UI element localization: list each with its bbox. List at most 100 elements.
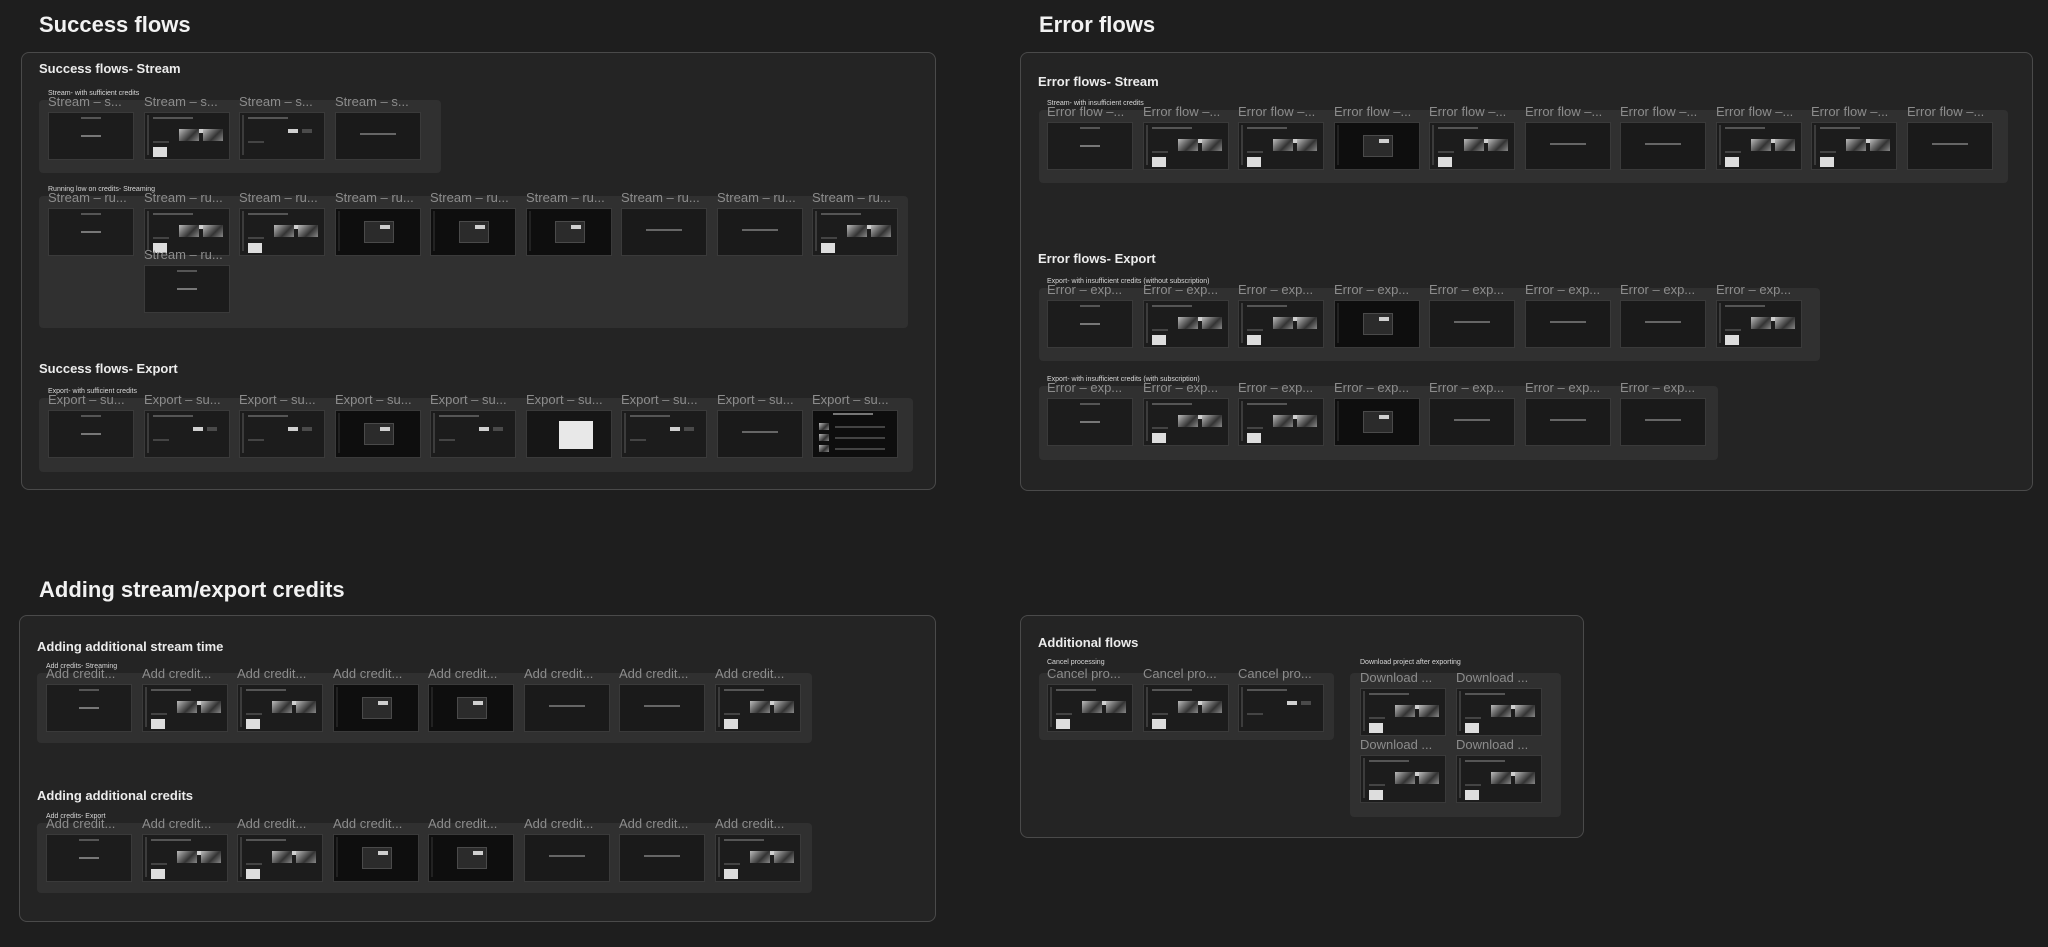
- frame-thumbnail[interactable]: [144, 410, 230, 458]
- frame-thumbnail[interactable]: [1143, 684, 1229, 732]
- frame-thumbnail[interactable]: [335, 112, 421, 160]
- frame-image: [1751, 139, 1771, 151]
- frame-thumbnail[interactable]: [812, 410, 898, 458]
- frame-sidebar: [338, 211, 340, 251]
- frame-thumbnail[interactable]: [1334, 122, 1420, 170]
- frame-thumbnail[interactable]: [428, 834, 514, 882]
- frame-header: [1080, 127, 1100, 129]
- frame-label: Error – exp...: [1525, 282, 1601, 297]
- frame-thumbnail[interactable]: [1334, 398, 1420, 446]
- frame-thumbnail[interactable]: [1811, 122, 1897, 170]
- frame-row: [835, 448, 885, 450]
- frame-thumbnail[interactable]: [715, 834, 801, 882]
- frame-thumbnail[interactable]: [812, 208, 898, 256]
- frame-header: [153, 415, 193, 417]
- frame-thumbnail[interactable]: [237, 834, 323, 882]
- frame-thumbnail[interactable]: [335, 208, 421, 256]
- frame-thumbnail[interactable]: [1047, 122, 1133, 170]
- frame-thumbnail[interactable]: [526, 208, 612, 256]
- frame-thumbnail[interactable]: [1238, 122, 1324, 170]
- frame-thumbnail[interactable]: [430, 208, 516, 256]
- frame-thumbnail[interactable]: [1334, 300, 1420, 348]
- frame-label: Add credit...: [524, 666, 594, 681]
- frame-image: [1491, 705, 1511, 717]
- frame-thumbnail[interactable]: [621, 410, 707, 458]
- frame-label: Error – exp...: [1047, 380, 1123, 395]
- frame-thumbnail[interactable]: [1429, 398, 1515, 446]
- frame-button: [288, 427, 298, 431]
- frame-thumbnail[interactable]: [1620, 300, 1706, 348]
- frame-thumbnail[interactable]: [239, 410, 325, 458]
- frame-thumbnail[interactable]: [524, 834, 610, 882]
- frame-thumbnail[interactable]: [1525, 398, 1611, 446]
- frame-thumbnail[interactable]: [48, 410, 134, 458]
- frame-header: [79, 689, 99, 691]
- frame-thumbnail[interactable]: [333, 834, 419, 882]
- frame-thumbnail[interactable]: [142, 834, 228, 882]
- frame-thumbnail[interactable]: [526, 410, 612, 458]
- frame-image: [750, 851, 770, 863]
- frame-button: [1379, 415, 1389, 419]
- frame-thumbnail[interactable]: [144, 112, 230, 160]
- frame-thumbnail[interactable]: [1143, 122, 1229, 170]
- frame-thumbnail[interactable]: [1907, 122, 1993, 170]
- frame-image: [1369, 723, 1383, 733]
- frame-thumbnail[interactable]: [335, 410, 421, 458]
- frame-thumbnail[interactable]: [1716, 122, 1802, 170]
- frame-label: Error – exp...: [1429, 282, 1505, 297]
- frame-row: [1152, 151, 1168, 153]
- frame-row: [246, 713, 262, 715]
- frame-thumbnail[interactable]: [1047, 684, 1133, 732]
- frame-thumbnail[interactable]: [1620, 398, 1706, 446]
- frame-thumbnail[interactable]: [1238, 398, 1324, 446]
- frame-image: [847, 225, 867, 237]
- frame-thumbnail[interactable]: [717, 208, 803, 256]
- frame-header: [248, 415, 288, 417]
- frame-thumbnail[interactable]: [1620, 122, 1706, 170]
- frame-thumbnail[interactable]: [1429, 300, 1515, 348]
- frame-thumbnail[interactable]: [333, 684, 419, 732]
- frame-thumbnail[interactable]: [1238, 300, 1324, 348]
- frame-thumbnail[interactable]: [619, 684, 705, 732]
- frame-thumbnail[interactable]: [428, 684, 514, 732]
- frame-thumbnail[interactable]: [239, 208, 325, 256]
- frame-thumbnail[interactable]: [1047, 398, 1133, 446]
- frame-content: [1645, 143, 1681, 145]
- frame-thumbnail[interactable]: [1238, 684, 1324, 732]
- frame-thumbnail[interactable]: [1456, 755, 1542, 803]
- frame-thumbnail[interactable]: [1525, 122, 1611, 170]
- frame-thumbnail[interactable]: [715, 684, 801, 732]
- frame-label: Error – exp...: [1238, 282, 1314, 297]
- frame-image: [871, 225, 891, 237]
- frame-thumbnail[interactable]: [1429, 122, 1515, 170]
- frame-row: [821, 237, 837, 239]
- frame-thumbnail[interactable]: [717, 410, 803, 458]
- frame-image: [724, 719, 738, 729]
- frame-thumbnail[interactable]: [1716, 300, 1802, 348]
- frame-thumbnail[interactable]: [1360, 688, 1446, 736]
- frame-thumbnail[interactable]: [1525, 300, 1611, 348]
- frame-label: Stream – ru...: [430, 190, 509, 205]
- frame-thumbnail[interactable]: [48, 112, 134, 160]
- frame-thumbnail[interactable]: [46, 684, 132, 732]
- frame-sidebar: [718, 687, 720, 727]
- frame-thumbnail[interactable]: [1456, 688, 1542, 736]
- frame-thumbnail[interactable]: [430, 410, 516, 458]
- frame-image: [246, 719, 260, 729]
- frame-thumbnail[interactable]: [1047, 300, 1133, 348]
- frame-thumbnail[interactable]: [1143, 398, 1229, 446]
- frame-thumbnail[interactable]: [237, 684, 323, 732]
- frame-thumbnail[interactable]: [524, 684, 610, 732]
- frame-label: Stream – ru...: [144, 190, 223, 205]
- frame-thumbnail[interactable]: [1143, 300, 1229, 348]
- frame-thumbnail[interactable]: [619, 834, 705, 882]
- frame-thumbnail[interactable]: [48, 208, 134, 256]
- frame-thumbnail[interactable]: [144, 265, 230, 313]
- frame-thumbnail[interactable]: [142, 684, 228, 732]
- frame-label: Stream – s...: [239, 94, 313, 109]
- frame-content: [81, 135, 101, 137]
- frame-thumbnail[interactable]: [46, 834, 132, 882]
- frame-thumbnail[interactable]: [621, 208, 707, 256]
- frame-thumbnail[interactable]: [239, 112, 325, 160]
- frame-thumbnail[interactable]: [1360, 755, 1446, 803]
